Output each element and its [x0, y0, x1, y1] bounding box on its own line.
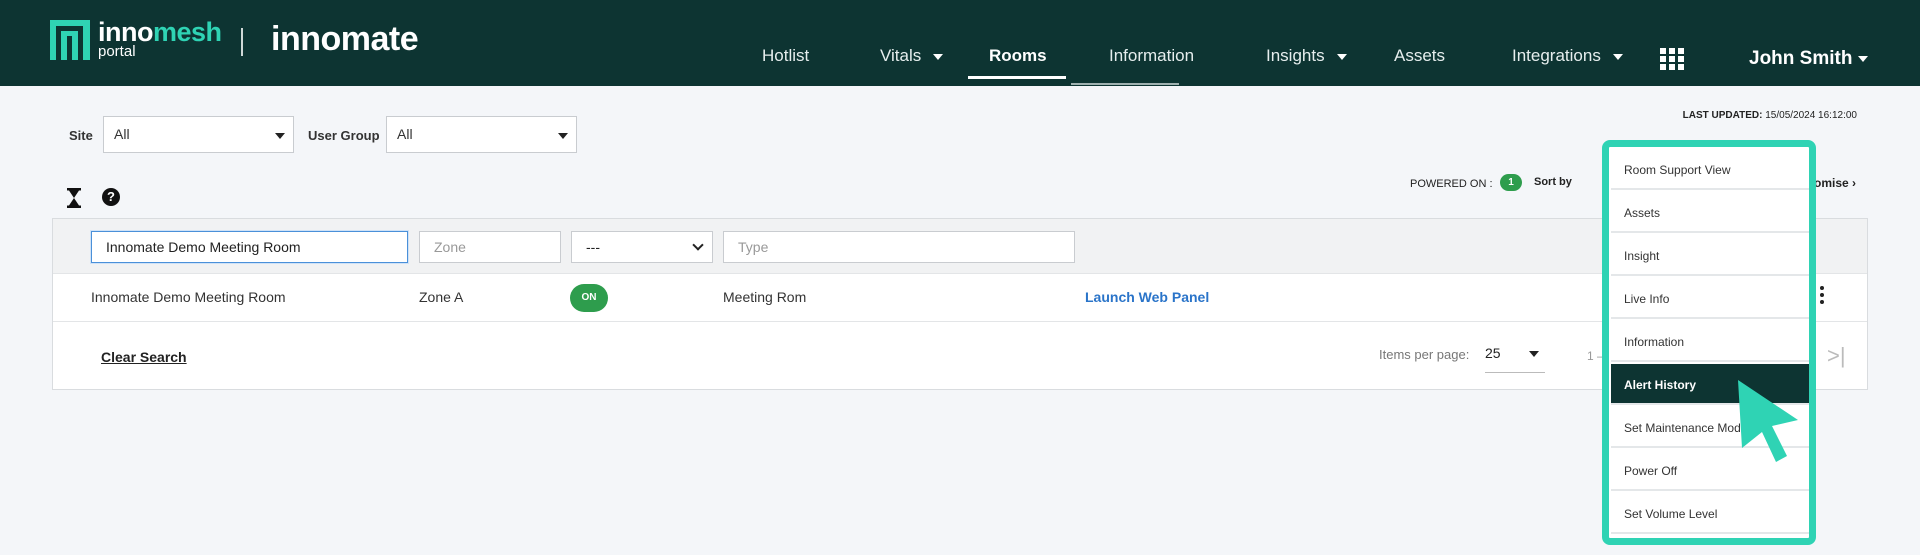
- nav-insights[interactable]: Insights: [1266, 46, 1347, 66]
- chevron-down-icon: [933, 53, 944, 60]
- caret-down-icon: [275, 133, 285, 139]
- cursor-pointer-icon: [1738, 380, 1798, 462]
- last-updated-label: LAST UPDATED:: [1682, 110, 1763, 121]
- type-cell: Meeting Rom: [723, 289, 807, 305]
- more-options-icon[interactable]: [1820, 286, 1824, 304]
- last-updated-value: 15/05/2024 16:12:00: [1765, 110, 1857, 121]
- apps-grid-icon[interactable]: [1660, 48, 1684, 70]
- nav-information[interactable]: Information: [1109, 46, 1194, 66]
- user-group-select-value: All: [397, 126, 413, 142]
- nav-vitals-label: Vitals: [880, 46, 922, 65]
- user-menu[interactable]: John Smith: [1749, 48, 1869, 70]
- powered-on-count-badge: 1: [1500, 174, 1522, 191]
- nav-hotlist[interactable]: Hotlist: [762, 46, 809, 66]
- nav-insights-label: Insights: [1266, 46, 1325, 65]
- rooms-table: Innomate Demo Meeting Room Zone --- Type…: [52, 218, 1868, 390]
- caret-down-icon: [1529, 351, 1539, 357]
- nav-rooms[interactable]: Rooms: [989, 46, 1047, 66]
- status-filter-value: ---: [586, 239, 600, 255]
- nav-integrations-label: Integrations: [1512, 46, 1601, 65]
- hourglass-icon[interactable]: [67, 188, 81, 208]
- zone-cell: Zone A: [419, 289, 464, 305]
- customise-button[interactable]: omise ›: [1814, 176, 1856, 190]
- help-icon[interactable]: ?: [102, 188, 120, 206]
- clear-search-button[interactable]: Clear Search: [101, 349, 187, 365]
- nav-rooms-label: Rooms: [989, 46, 1047, 65]
- user-name: John Smith: [1749, 48, 1853, 69]
- menu-item-set-volume-level[interactable]: Set Volume Level: [1611, 493, 1809, 534]
- site-label: Site: [69, 128, 93, 143]
- last-updated: LAST UPDATED: 15/05/2024 16:12:00: [1683, 110, 1857, 121]
- chevron-down-icon: [692, 239, 704, 251]
- site-select-value: All: [114, 126, 130, 142]
- items-per-page-value: 25: [1485, 345, 1501, 361]
- items-per-page-select[interactable]: 25: [1485, 345, 1545, 373]
- room-name-filter-value: Innomate Demo Meeting Room: [106, 239, 301, 255]
- type-filter-placeholder: Type: [738, 239, 769, 255]
- user-group-label: User Group: [308, 128, 380, 143]
- zone-filter-input[interactable]: Zone: [419, 231, 561, 263]
- chevron-down-icon: [1612, 53, 1623, 60]
- nav-assets-label: Assets: [1394, 46, 1446, 65]
- room-name-filter-input[interactable]: Innomate Demo Meeting Room: [91, 231, 408, 263]
- nav-integrations[interactable]: Integrations: [1512, 46, 1623, 66]
- status-filter-select[interactable]: ---: [571, 231, 713, 263]
- user-group-select[interactable]: All: [386, 116, 577, 153]
- table-row[interactable]: Innomate Demo Meeting Room Zone A ON Mee…: [53, 274, 1867, 322]
- nav-vitals[interactable]: Vitals: [880, 46, 944, 66]
- customise-label: omise: [1814, 176, 1849, 190]
- chevron-down-icon: [1336, 53, 1347, 60]
- row-actions-menu: Room Support View Assets Insight Live In…: [1602, 140, 1816, 545]
- nav-hotlist-label: Hotlist: [762, 46, 810, 65]
- room-name-cell: Innomate Demo Meeting Room: [91, 289, 286, 305]
- innomesh-logo[interactable]: innomesh portal: [50, 17, 222, 60]
- nav-assets[interactable]: Assets: [1394, 46, 1445, 66]
- launch-web-panel-link[interactable]: Launch Web Panel: [1085, 289, 1209, 305]
- items-per-page-label: Items per page:: [1379, 347, 1470, 362]
- table-filter-row: Innomate Demo Meeting Room Zone --- Type: [53, 219, 1867, 274]
- hover-tab-indicator: [1071, 83, 1179, 85]
- innomesh-logo-icon: [50, 20, 90, 60]
- nav-information-label: Information: [1109, 46, 1195, 65]
- innomate-brand[interactable]: innomate: [271, 20, 419, 59]
- zone-filter-placeholder: Zone: [434, 239, 466, 255]
- status-on-badge[interactable]: ON: [570, 284, 608, 312]
- last-page-button[interactable]: >|: [1827, 343, 1846, 369]
- type-filter-input[interactable]: Type: [723, 231, 1075, 263]
- powered-on-label: POWERED ON :: [1410, 178, 1493, 190]
- chevron-right-icon: ›: [1852, 176, 1857, 190]
- sort-by-label: Sort by: [1534, 176, 1572, 188]
- logo-divider: [241, 28, 243, 56]
- chevron-down-icon: [1858, 55, 1869, 62]
- menu-item-insight[interactable]: Insight: [1611, 235, 1809, 276]
- active-tab-indicator: [968, 76, 1066, 79]
- menu-item-assets[interactable]: Assets: [1611, 192, 1809, 233]
- caret-down-icon: [558, 133, 568, 139]
- menu-item-room-support-view[interactable]: Room Support View: [1611, 149, 1809, 190]
- menu-item-information[interactable]: Information: [1611, 321, 1809, 362]
- logo-word-mesh: mesh: [152, 17, 222, 47]
- site-select[interactable]: All: [103, 116, 294, 153]
- top-navigation-bar: innomesh portal innomate Hotlist Vitals …: [0, 0, 1920, 86]
- menu-item-live-info[interactable]: Live Info: [1611, 278, 1809, 319]
